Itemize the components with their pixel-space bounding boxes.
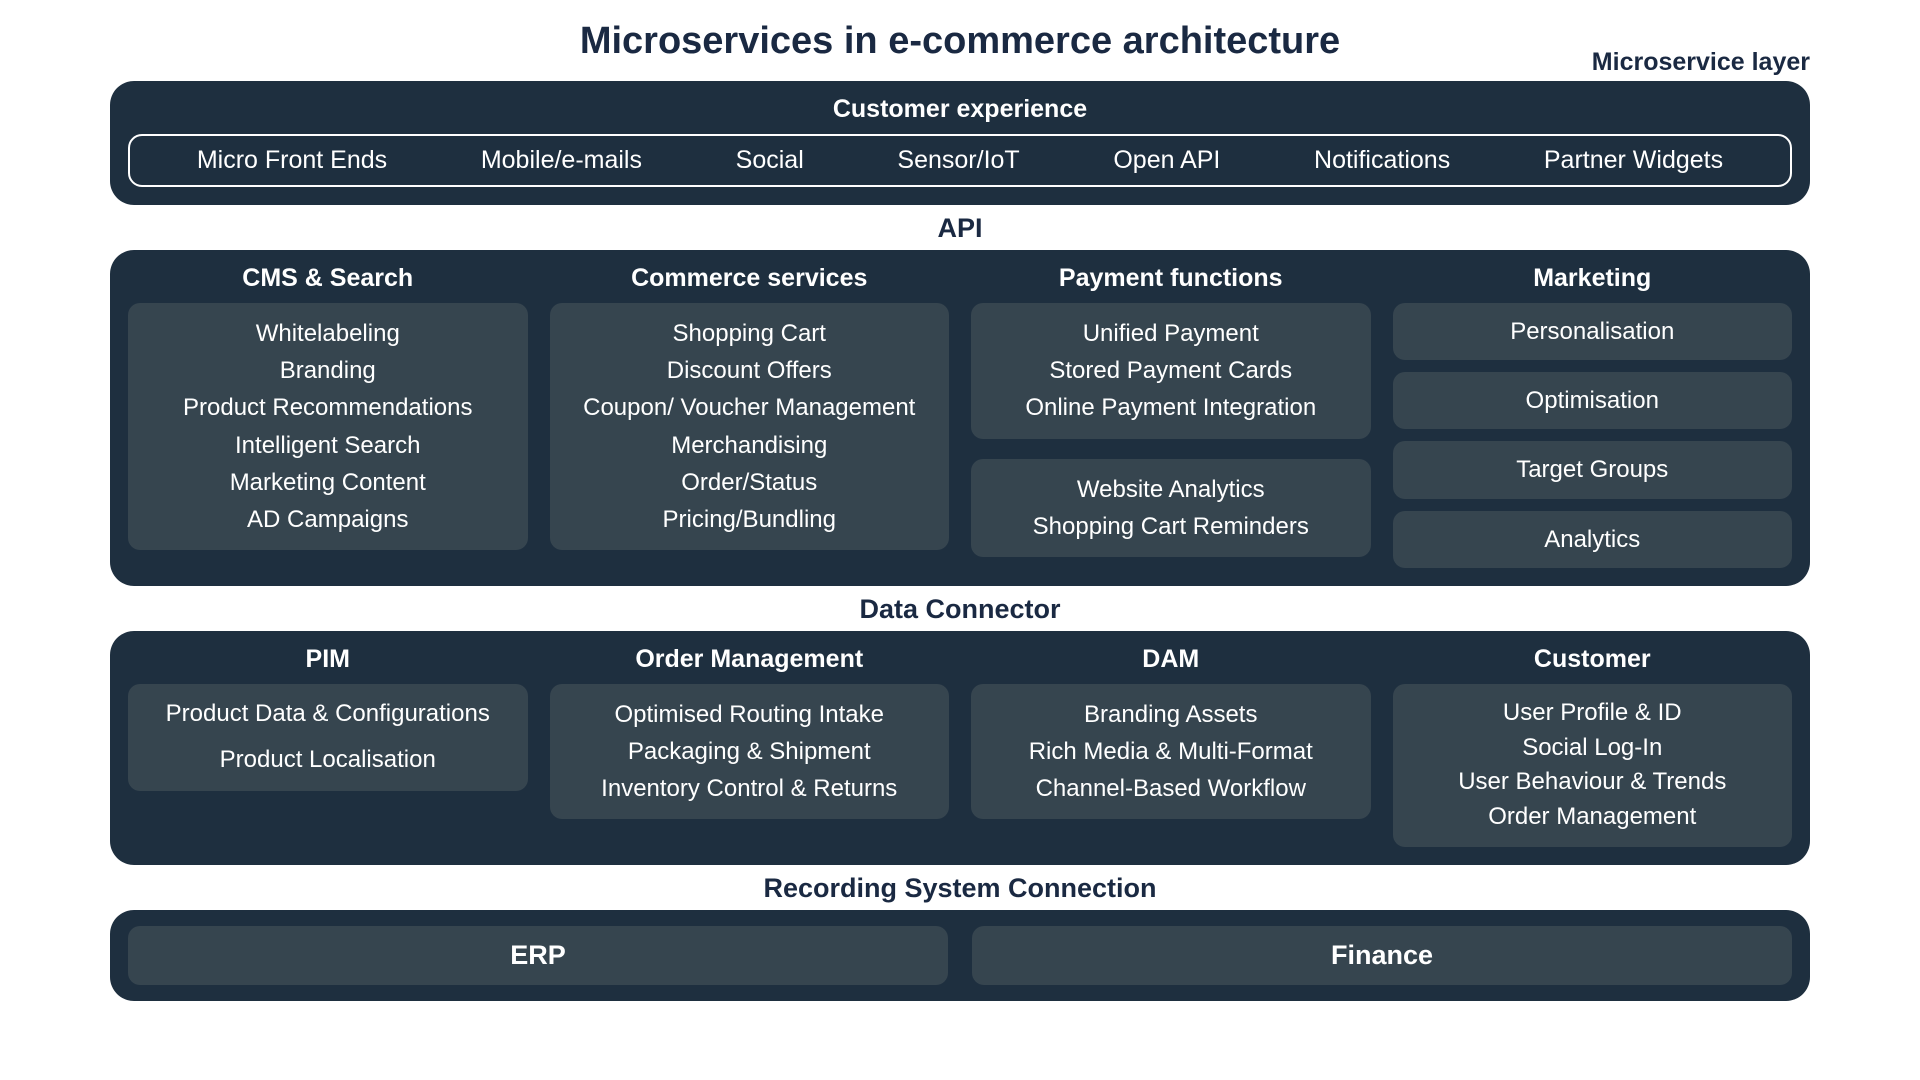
payment-card-1: Unified Payment Stored Payment Cards Onl… [971, 303, 1371, 439]
list-item: Whitelabeling [136, 315, 520, 352]
list-item: Inventory Control & Returns [558, 770, 942, 807]
data-connector-panel: PIM Product Data & Configurations Produc… [110, 631, 1810, 865]
pim-title: PIM [128, 645, 528, 674]
finance-card: Finance [972, 926, 1792, 985]
list-item: Optimised Routing Intake [558, 696, 942, 733]
list-item: Coupon/ Voucher Management [558, 389, 942, 426]
customer-experience-row: Micro Front Ends Mobile/e-mails Social S… [128, 134, 1792, 187]
list-item: Channel-Based Workflow [979, 770, 1363, 807]
list-item: Product Localisation [136, 744, 520, 776]
dam-title: DAM [971, 645, 1371, 674]
commerce-services-column: Commerce services Shopping Cart Discount… [550, 264, 950, 568]
marketing-title: Marketing [1393, 264, 1793, 293]
order-management-title: Order Management [550, 645, 950, 674]
dam-column: DAM Branding Assets Rich Media & Multi-F… [971, 645, 1371, 847]
cx-item: Micro Front Ends [197, 146, 387, 175]
list-item: Product Data & Configurations [136, 698, 520, 730]
list-item: Shopping Cart Reminders [979, 508, 1363, 545]
list-item: Social Log-In [1401, 731, 1785, 766]
marketing-item: Analytics [1393, 511, 1793, 568]
customer-card: User Profile & ID Social Log-In User Beh… [1393, 684, 1793, 847]
cms-search-column: CMS & Search Whitelabeling Branding Prod… [128, 264, 528, 568]
list-item: Online Payment Integration [979, 389, 1363, 426]
pim-column: PIM Product Data & Configurations Produc… [128, 645, 528, 847]
cx-item: Open API [1113, 146, 1220, 175]
commerce-services-card: Shopping Cart Discount Offers Coupon/ Vo… [550, 303, 950, 550]
customer-column: Customer User Profile & ID Social Log-In… [1393, 645, 1793, 847]
customer-experience-panel: Customer experience Micro Front Ends Mob… [110, 81, 1810, 205]
cms-search-title: CMS & Search [128, 264, 528, 293]
recording-system-row: ERP Finance [128, 926, 1792, 985]
order-management-card: Optimised Routing Intake Packaging & Shi… [550, 684, 950, 820]
list-item: Product Recommendations [136, 389, 520, 426]
api-columns: CMS & Search Whitelabeling Branding Prod… [128, 264, 1792, 568]
recording-system-heading: Recording System Connection [110, 873, 1810, 904]
customer-experience-heading: Customer experience [128, 95, 1792, 124]
list-item: Order Management [1401, 800, 1785, 835]
list-item: Pricing/Bundling [558, 501, 942, 538]
header-row: Microservices in e-commerce architecture… [110, 20, 1810, 63]
commerce-services-title: Commerce services [550, 264, 950, 293]
list-item: User Profile & ID [1401, 696, 1785, 731]
list-item: Rich Media & Multi-Format [979, 733, 1363, 770]
cx-item: Mobile/e-mails [481, 146, 642, 175]
list-item: AD Campaigns [136, 501, 520, 538]
list-item: Intelligent Search [136, 427, 520, 464]
payment-functions-column: Payment functions Unified Payment Stored… [971, 264, 1371, 568]
diagram-title: Microservices in e-commerce architecture [580, 20, 1340, 63]
cx-item: Partner Widgets [1544, 146, 1723, 175]
list-item: Order/Status [558, 464, 942, 501]
list-item: Unified Payment [979, 315, 1363, 352]
cms-search-card: Whitelabeling Branding Product Recommend… [128, 303, 528, 550]
list-item: Discount Offers [558, 352, 942, 389]
list-item: Website Analytics [979, 471, 1363, 508]
list-item: User Behaviour & Trends [1401, 765, 1785, 800]
order-management-column: Order Management Optimised Routing Intak… [550, 645, 950, 847]
cx-item: Notifications [1314, 146, 1450, 175]
payment-functions-title: Payment functions [971, 264, 1371, 293]
list-item: Marketing Content [136, 464, 520, 501]
recording-system-panel: ERP Finance [110, 910, 1810, 1001]
list-item: Merchandising [558, 427, 942, 464]
layer-label: Microservice layer [1592, 48, 1810, 77]
cx-item: Social [736, 146, 804, 175]
dam-card: Branding Assets Rich Media & Multi-Forma… [971, 684, 1371, 820]
list-item: Shopping Cart [558, 315, 942, 352]
payment-card-2: Website Analytics Shopping Cart Reminder… [971, 459, 1371, 557]
pim-card: Product Data & Configurations Product Lo… [128, 684, 528, 791]
data-connector-heading: Data Connector [110, 594, 1810, 625]
list-item: Branding [136, 352, 520, 389]
list-item: Stored Payment Cards [979, 352, 1363, 389]
marketing-item: Target Groups [1393, 441, 1793, 498]
erp-card: ERP [128, 926, 948, 985]
list-item: Branding Assets [979, 696, 1363, 733]
api-panel: CMS & Search Whitelabeling Branding Prod… [110, 250, 1810, 586]
data-connector-columns: PIM Product Data & Configurations Produc… [128, 645, 1792, 847]
api-heading: API [110, 213, 1810, 244]
customer-title: Customer [1393, 645, 1793, 674]
list-item: Packaging & Shipment [558, 733, 942, 770]
marketing-item: Optimisation [1393, 372, 1793, 429]
cx-item: Sensor/IoT [897, 146, 1019, 175]
marketing-item: Personalisation [1393, 303, 1793, 360]
marketing-column: Marketing Personalisation Optimisation T… [1393, 264, 1793, 568]
